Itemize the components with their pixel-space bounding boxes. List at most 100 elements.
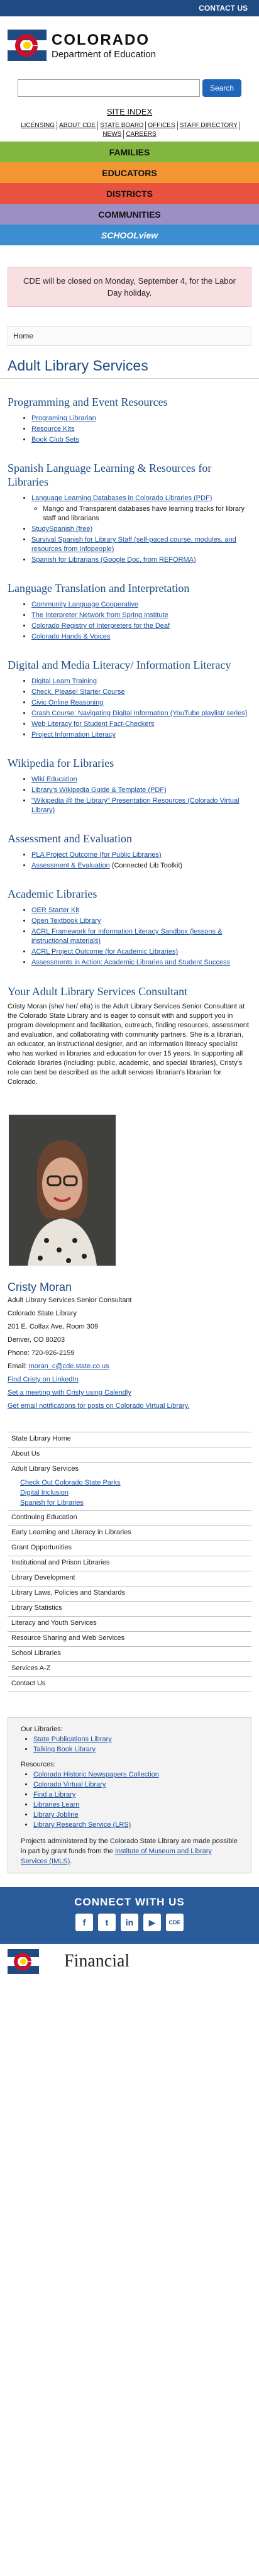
- resource-link[interactable]: Colorado Hands & Voices: [31, 633, 110, 640]
- posts-notification-link[interactable]: Get email notifications for posts on Col…: [8, 1402, 189, 1410]
- util-nav-about[interactable]: ABOUT CDE: [57, 121, 99, 130]
- resource-link[interactable]: Find a Library: [33, 1791, 75, 1798]
- resource-link[interactable]: Open Textbook Library: [31, 917, 101, 925]
- resource-link[interactable]: Crash Course: Navigating Digital Informa…: [31, 710, 247, 717]
- families-tab[interactable]: FAMILIES: [0, 142, 259, 162]
- resource-link[interactable]: Libraries Learn: [33, 1801, 79, 1809]
- side-nav-item[interactable]: Resource Sharing and Web Services: [8, 1632, 251, 1647]
- youtube-icon[interactable]: ▶: [143, 1914, 161, 1931]
- financial-banner[interactable]: Financial: [0, 1944, 259, 1979]
- our-libraries-box: Our Libraries: State Publications Librar…: [8, 1717, 251, 1873]
- educators-tab[interactable]: EDUCATORS: [0, 162, 259, 183]
- districts-tab[interactable]: DISTRICTS: [0, 183, 259, 204]
- side-nav-item[interactable]: Continuing Education: [8, 1511, 251, 1526]
- resource-link[interactable]: Wiki Education: [31, 776, 77, 783]
- resource-link[interactable]: "Wikipedia @ the Library" Presentation R…: [31, 797, 240, 814]
- side-nav-item[interactable]: Services A-Z: [8, 1662, 251, 1677]
- footer: CONNECT WITH US f t in ▶ CDE: [0, 1887, 259, 1944]
- linkedin-link[interactable]: Find Cristy on LinkedIn: [8, 1376, 79, 1383]
- section-title: Digital and Media Literacy/ Information …: [8, 659, 231, 671]
- util-nav-licensing[interactable]: LICENSING: [19, 121, 58, 130]
- side-nav-item[interactable]: Literacy and Youth Services: [8, 1617, 251, 1632]
- resource-link[interactable]: Assessments in Action: Academic Librarie…: [31, 959, 230, 966]
- library-link[interactable]: Talking Book Library: [33, 1746, 96, 1753]
- twitter-icon[interactable]: t: [98, 1914, 116, 1931]
- linkedin-icon[interactable]: in: [121, 1914, 138, 1931]
- resource-link[interactable]: ACRL Framework for Information Literacy …: [31, 928, 222, 945]
- resource-link[interactable]: Resource Kits: [31, 425, 74, 433]
- resource-link[interactable]: Assessment & Evaluation: [31, 862, 110, 869]
- closure-alert: CDE will be closed on Monday, September …: [8, 267, 251, 307]
- search-button[interactable]: Search: [202, 79, 242, 97]
- util-nav-careers[interactable]: CAREERS: [124, 130, 158, 139]
- section-title: Wikipedia for Libraries: [8, 757, 114, 769]
- side-nav-subitem[interactable]: Spanish for Libraries: [20, 1499, 84, 1507]
- topbar: CONTACT US: [0, 0, 259, 16]
- section-title: Programming and Event Resources: [8, 396, 168, 408]
- resource-link[interactable]: Library Jobline: [33, 1811, 79, 1819]
- resource-link[interactable]: Library Research Service (LRS): [33, 1821, 131, 1829]
- financial-banner-title: Financial: [64, 1951, 130, 1971]
- cde-jobs-icon[interactable]: CDE: [166, 1914, 184, 1931]
- side-nav-item[interactable]: Grant Opportunities: [8, 1541, 251, 1556]
- colorado-flag-icon: [8, 1949, 39, 1974]
- side-nav-item[interactable]: Institutional and Prison Libraries: [8, 1556, 251, 1571]
- resource-link[interactable]: Library's Wikipedia Guide & Template (PD…: [31, 786, 167, 794]
- side-nav-item[interactable]: School Libraries: [8, 1647, 251, 1662]
- resource-link[interactable]: The Interpreter Network from Spring Inst…: [31, 611, 168, 619]
- org-subtitle: Department of Education: [52, 48, 156, 60]
- resource-link[interactable]: ACRL Project Outcome (for Academic Libra…: [31, 948, 178, 956]
- resource-link[interactable]: Colorado Registry of Interpreters for th…: [31, 622, 170, 630]
- side-nav-item[interactable]: Library Laws, Policies and Standards: [8, 1586, 251, 1602]
- resource-link[interactable]: Colorado Historic Newspapers Collection: [33, 1771, 159, 1778]
- contact-us-link[interactable]: CONTACT US: [199, 4, 248, 13]
- library-link[interactable]: State Publications Library: [33, 1736, 112, 1743]
- side-nav-item[interactable]: Adult Library Services: [8, 1463, 251, 1478]
- section-title: Assessment and Evaluation: [8, 832, 132, 845]
- communities-tab[interactable]: COMMUNITIES: [0, 204, 259, 225]
- side-nav-item[interactable]: Library Statistics: [8, 1602, 251, 1617]
- colorado-logo[interactable]: COLORADO Department of Education: [8, 30, 156, 61]
- resource-link[interactable]: Spanish for Librarians (Google Doc, from…: [31, 556, 196, 564]
- resource-link[interactable]: Colorado Virtual Library: [33, 1781, 106, 1788]
- funding-note: Projects administered by the Colorado St…: [21, 1836, 238, 1866]
- resource-link[interactable]: OER Starter Kit: [31, 906, 79, 914]
- resource-link[interactable]: Programing Librarian: [31, 415, 96, 422]
- resource-link[interactable]: Book Club Sets: [31, 436, 79, 443]
- breadcrumb: Home: [8, 326, 251, 346]
- side-nav-subitem[interactable]: Check Out Colorado State Parks: [20, 1479, 121, 1486]
- breadcrumb-home[interactable]: Home: [13, 332, 33, 340]
- side-nav-item[interactable]: Contact Us: [8, 1677, 251, 1692]
- util-nav-news[interactable]: NEWS: [101, 130, 124, 139]
- resource-link[interactable]: StudySpanish (free): [31, 525, 92, 533]
- resource-link[interactable]: Language Learning Databases in Colorado …: [31, 494, 212, 502]
- resource-link[interactable]: Community Language Cooperative: [31, 601, 138, 608]
- resource-link[interactable]: Digital Learn Training: [31, 677, 97, 685]
- util-nav-staff-directory[interactable]: STAFF DIRECTORY: [178, 121, 240, 130]
- resource-link[interactable]: Web Literacy for Student Fact-Checkers: [31, 720, 154, 728]
- header: COLORADO Department of Education: [0, 16, 259, 74]
- side-nav-subitem[interactable]: Digital Inclusion: [20, 1489, 69, 1497]
- side-nav-item[interactable]: Early Learning and Literacy in Libraries: [8, 1526, 251, 1541]
- side-nav-item[interactable]: Library Development: [8, 1571, 251, 1586]
- side-nav-item[interactable]: State Library Home: [8, 1432, 251, 1447]
- resource-link[interactable]: Civic Online Reasoning: [31, 699, 103, 706]
- resource-link[interactable]: Survival Spanish for Library Staff (self…: [31, 536, 236, 553]
- site-index-link[interactable]: SITE INDEX: [107, 107, 152, 116]
- schoolview-tab[interactable]: SCHOOLview: [0, 225, 259, 245]
- consultant-contact: Adult Library Services Senior Consultant…: [8, 1294, 251, 1413]
- facebook-icon[interactable]: f: [75, 1914, 93, 1931]
- resource-link[interactable]: PLA Project Outcome (for Public Librarie…: [31, 851, 162, 859]
- resource-link[interactable]: Project Information Literacy: [31, 731, 116, 739]
- consultant-address-2: Denver, CO 80203: [8, 1336, 65, 1344]
- util-nav-offices[interactable]: OFFICES: [146, 121, 178, 130]
- util-nav-state-board[interactable]: STATE BOARD: [98, 121, 146, 130]
- calendly-link[interactable]: Set a meeting with Cristy using Calendly: [8, 1389, 131, 1397]
- resource-link[interactable]: Check, Please! Starter Course: [31, 688, 125, 696]
- side-nav-item[interactable]: About Us: [8, 1447, 251, 1463]
- utility-nav: LICENSING ABOUT CDE STATE BOARD OFFICES …: [0, 119, 259, 142]
- search-input[interactable]: [17, 79, 200, 97]
- section-side-nav: State Library Home About Us Adult Librar…: [8, 1432, 251, 1692]
- email-link[interactable]: moran_c@cde.state.co.us: [29, 1363, 109, 1370]
- main-content: Programming and Event Resources Programi…: [0, 395, 259, 1413]
